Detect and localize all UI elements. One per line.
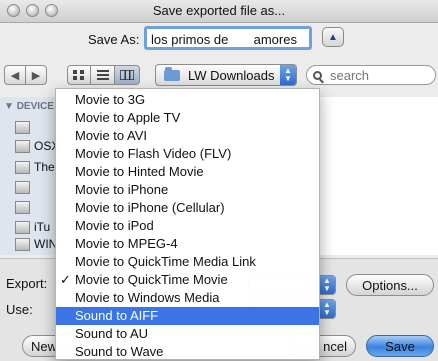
title-bar: Save exported file as... — [0, 0, 438, 23]
location-label: LW Downloads — [188, 67, 275, 83]
sidebar-item-device-5[interactable] — [15, 199, 34, 215]
use-label: Use: — [6, 302, 33, 317]
save-button[interactable]: Save — [366, 335, 434, 357]
folder-icon — [164, 66, 180, 81]
icon-view-icon — [73, 70, 84, 80]
menu-item[interactable]: Movie to Apple TV — [56, 109, 319, 127]
options-button[interactable]: Options... — [346, 274, 434, 296]
sidebar-heading: ▼ DEVICE — [4, 101, 54, 112]
export-format-menu: Movie to 3G Movie to Apple TV Movie to AVI… — [55, 88, 320, 360]
column-view-button[interactable] — [114, 65, 140, 85]
sidebar-item-device-7[interactable]: WIN — [15, 236, 57, 252]
menu-item[interactable]: Movie to MPEG-4 — [56, 235, 319, 253]
icon-view-button[interactable] — [67, 65, 91, 85]
sidebar-heading-label: DEVICE — [16, 101, 54, 112]
menu-item[interactable]: Sound to Wave — [56, 343, 319, 361]
disclosure-triangle-icon[interactable]: ▼ — [4, 101, 14, 112]
drive-icon — [15, 237, 30, 251]
list-view-icon — [96, 70, 109, 80]
up-down-arrows-icon: ▲ ▼ — [319, 300, 335, 318]
drive-icon — [15, 160, 30, 174]
forward-arrow-icon: ▶ — [31, 69, 41, 82]
sidebar-item-device-2[interactable]: OSX — [15, 138, 59, 154]
menu-item[interactable]: Sound to AU — [56, 325, 319, 343]
export-label: Export: — [6, 276, 48, 291]
menu-item[interactable]: Movie to iPhone (Cellular) — [56, 199, 319, 217]
save-as-label: Save As: — [88, 32, 140, 47]
menu-item[interactable]: Movie to iPod — [56, 217, 319, 235]
forward-button[interactable]: ▶ — [25, 65, 47, 85]
drive-icon — [15, 180, 30, 194]
menu-item[interactable]: Movie to 3G — [56, 91, 319, 109]
drive-icon — [15, 139, 30, 153]
checkmark-icon: ✓ — [60, 272, 71, 287]
menu-item[interactable]: Movie to Flash Video (FLV) — [56, 145, 319, 163]
window-title: Save exported file as... — [152, 3, 286, 18]
list-view-button[interactable] — [90, 65, 115, 85]
drive-icon — [15, 120, 30, 134]
back-button[interactable]: ◀ — [4, 65, 26, 85]
menu-item[interactable]: Movie to AVI — [56, 127, 319, 145]
menu-item[interactable]: Movie to QuickTime Movie ✓ — [56, 271, 319, 289]
sidebar: ▼ DEVICE OSX The iTu WIN — [0, 97, 61, 255]
sidebar-item-device-4[interactable] — [15, 179, 34, 195]
column-view-icon — [120, 70, 134, 80]
back-arrow-icon: ◀ — [10, 69, 20, 82]
sidebar-item-device-3[interactable]: The — [15, 159, 55, 175]
sidebar-item-device-6[interactable]: iTu — [15, 219, 50, 235]
expand-dialog-button[interactable]: ▲ — [322, 27, 344, 47]
menu-item[interactable]: Movie to Windows Media — [56, 289, 319, 307]
search-icon — [313, 70, 322, 80]
menu-item[interactable]: Sound to AIFF — [56, 307, 319, 325]
menu-item[interactable]: Movie to Hinted Movie — [56, 163, 319, 181]
drive-icon — [15, 200, 30, 214]
sidebar-item-device-1[interactable] — [15, 119, 34, 135]
search-placeholder: search — [330, 67, 370, 83]
drive-icon — [15, 220, 30, 234]
menu-item[interactable]: Movie to QuickTime Media Link — [56, 253, 319, 271]
up-down-arrows-icon: ▲ ▼ — [280, 65, 296, 85]
menu-item[interactable]: Movie to iPhone — [56, 181, 319, 199]
location-popup[interactable]: LW Downloads ▲ ▼ — [155, 64, 297, 86]
triangle-up-icon: ▲ — [328, 31, 338, 43]
up-down-arrows-icon: ▲ ▼ — [319, 276, 335, 294]
search-field[interactable]: search — [306, 65, 436, 85]
save-as-input[interactable]: los primos de amores — [144, 26, 312, 50]
